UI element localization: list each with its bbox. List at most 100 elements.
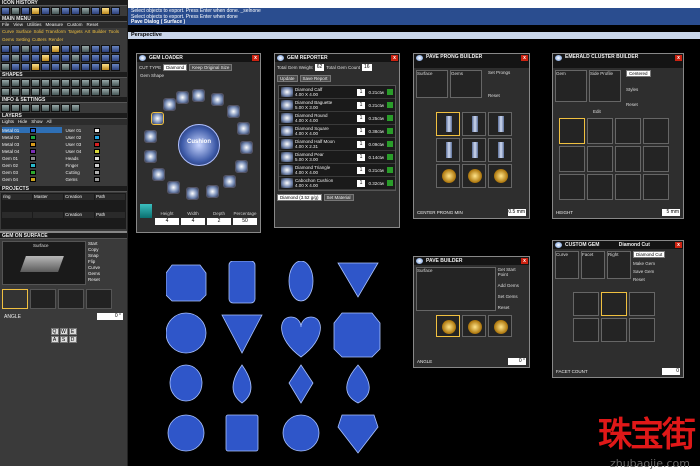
gem-shape-option[interactable]: [237, 122, 250, 135]
gem-shape-option[interactable]: [186, 187, 199, 200]
tool-icon[interactable]: [51, 54, 60, 62]
key-e[interactable]: E: [68, 328, 77, 335]
link-gems[interactable]: Gems: [2, 37, 14, 43]
select-arrow-icon[interactable]: [387, 180, 393, 186]
gem-shape-option[interactable]: [206, 185, 219, 198]
gem-shape-option[interactable]: [192, 89, 205, 102]
angle-input[interactable]: 0 °: [97, 313, 123, 320]
shape-icon[interactable]: [21, 79, 30, 87]
layer-color-swatch[interactable]: [30, 176, 36, 182]
curve-tab[interactable]: Curve: [555, 251, 579, 279]
prong-style-option[interactable]: [462, 138, 486, 162]
gs-curve[interactable]: Curve: [88, 265, 100, 270]
tool-icon[interactable]: [61, 63, 70, 71]
key-a[interactable]: A: [50, 336, 59, 343]
pave-angle-input[interactable]: 0 °: [508, 358, 526, 365]
shape-icon[interactable]: [111, 79, 120, 87]
link-targets[interactable]: Targets: [68, 29, 83, 35]
layer-color-swatch[interactable]: [30, 134, 36, 140]
history-icon[interactable]: [71, 7, 80, 15]
project-cell[interactable]: [2, 211, 32, 218]
gs-snap[interactable]: Snap: [88, 253, 100, 258]
facet-style-option[interactable]: [573, 292, 599, 316]
gem-shape-option[interactable]: [223, 175, 236, 188]
reset-button[interactable]: Reset: [498, 305, 527, 310]
material-select[interactable]: Diamond (3.52 g/g): [277, 194, 322, 201]
tool-icon[interactable]: [41, 45, 50, 53]
gem-thumb[interactable]: [86, 289, 112, 309]
layer-color-swatch[interactable]: [30, 169, 36, 175]
prong-style-option[interactable]: [436, 138, 460, 162]
layer-color-swatch[interactable]: [93, 134, 100, 140]
facet-style-option[interactable]: [629, 292, 655, 316]
facet-style-option[interactable]: [601, 318, 627, 342]
tool-icon[interactable]: [111, 45, 120, 53]
make-gem-button[interactable]: Make Gem: [633, 261, 665, 266]
cluster-style-option[interactable]: [643, 146, 669, 172]
prong-style-option[interactable]: [462, 164, 486, 188]
tool-icon[interactable]: [101, 54, 110, 62]
layer-row[interactable]: Gem 03: [2, 169, 62, 175]
shape-icon[interactable]: [81, 79, 90, 87]
tool-icon[interactable]: [41, 54, 50, 62]
tool-icon[interactable]: [41, 63, 50, 71]
gs-flip[interactable]: Flip: [88, 259, 100, 264]
select-arrow-icon[interactable]: [387, 154, 393, 160]
close-icon[interactable]: x: [675, 242, 682, 248]
key-w[interactable]: W: [59, 328, 68, 335]
info-icon[interactable]: [31, 104, 40, 112]
select-arrow-icon[interactable]: [387, 141, 393, 147]
shape-icon[interactable]: [11, 88, 20, 96]
gem-shape-option[interactable]: [176, 91, 189, 104]
gem-shape-option[interactable]: [152, 168, 165, 181]
info-icon[interactable]: [21, 104, 30, 112]
layers-lights[interactable]: Lights: [2, 119, 14, 125]
layer-row[interactable]: Metal 01: [2, 127, 62, 133]
layer-color-swatch[interactable]: [30, 162, 36, 168]
center-prong-min-input[interactable]: 0.5 mm: [508, 209, 526, 216]
gem-shape-option[interactable]: [211, 93, 224, 106]
cluster-style-option[interactable]: [643, 118, 669, 144]
reset-button[interactable]: Reset: [633, 277, 665, 282]
info-icon[interactable]: [1, 104, 10, 112]
height-input[interactable]: 4: [155, 218, 179, 225]
menu-measure[interactable]: Measure: [45, 22, 63, 28]
link-solid[interactable]: Solid: [34, 29, 44, 35]
layer-row[interactable]: User 01: [66, 127, 126, 133]
gem-shape-option[interactable]: [240, 141, 253, 154]
percentage-input[interactable]: 50: [233, 218, 257, 225]
tool-icon[interactable]: [11, 45, 20, 53]
tool-icon[interactable]: [61, 45, 70, 53]
layer-color-swatch[interactable]: [93, 176, 100, 182]
shape-icon[interactable]: [91, 79, 100, 87]
layer-row[interactable]: Gems: [66, 176, 126, 182]
menu-reset[interactable]: Reset: [87, 22, 99, 28]
key-d[interactable]: D: [68, 336, 77, 343]
shape-icon[interactable]: [21, 88, 30, 96]
report-row[interactable]: Cabochon Cushion 4.00 X 4.00 1 0.32ctw: [279, 177, 395, 190]
prong-style-option[interactable]: [462, 112, 486, 136]
surface-preview[interactable]: Surface: [2, 241, 86, 285]
link-curve[interactable]: Curve: [2, 29, 14, 35]
gs-copy[interactable]: Copy: [88, 247, 100, 252]
tool-icon[interactable]: [51, 63, 60, 71]
shape-icon[interactable]: [1, 79, 10, 87]
cluster-style-option[interactable]: [643, 174, 669, 200]
tool-icon[interactable]: [51, 45, 60, 53]
shape-icon[interactable]: [61, 79, 70, 87]
close-icon[interactable]: x: [252, 55, 259, 61]
prong-style-option[interactable]: [488, 112, 512, 136]
shape-icon[interactable]: [31, 79, 40, 87]
project-cell[interactable]: ring: [2, 194, 32, 200]
tool-icon[interactable]: [101, 45, 110, 53]
cluster-style-option[interactable]: [587, 174, 613, 200]
shape-icon[interactable]: [51, 79, 60, 87]
save-report-button[interactable]: Save Report: [299, 75, 331, 82]
menu-utilities[interactable]: Utilities: [27, 22, 42, 28]
side-profile-tab[interactable]: Side Profile: [589, 70, 621, 102]
shape-icon[interactable]: [81, 88, 90, 96]
tool-icon[interactable]: [21, 45, 30, 53]
project-cell[interactable]: Creation: [64, 194, 94, 200]
project-cell[interactable]: Master: [33, 194, 63, 200]
info-icon[interactable]: [71, 104, 80, 112]
